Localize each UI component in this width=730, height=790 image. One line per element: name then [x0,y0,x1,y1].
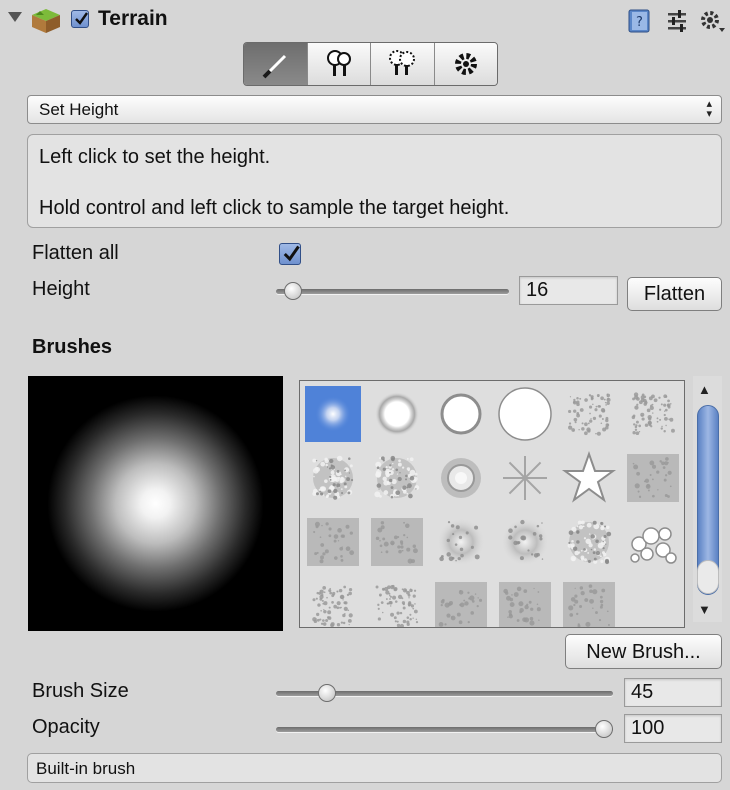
foldout-arrow-icon[interactable] [8,12,22,22]
brush-grid-frame [299,380,685,628]
opacity-field[interactable]: 100 [624,714,722,743]
tool-paint-height[interactable] [244,43,307,85]
terrain-icon [32,9,60,33]
settings-gear-icon[interactable] [699,8,725,34]
brush-cloud-soft[interactable] [497,514,553,570]
tool-settings[interactable] [433,43,497,85]
brush-splatter[interactable] [369,450,425,506]
scroll-up-icon[interactable]: ▲ [698,382,711,397]
preset-sliders-icon[interactable] [664,8,690,34]
brush-soft-round[interactable] [305,386,361,442]
brush-speckle-dense[interactable] [625,386,681,442]
enabled-checkbox[interactable] [71,10,89,28]
brush-speckle[interactable] [561,386,617,442]
flatten-all-label: Flatten all [32,242,119,264]
svg-text:?: ? [636,15,643,30]
brush-hard-round-small[interactable] [433,386,489,442]
brush-preview [28,376,283,631]
help-book-icon[interactable]: ? [627,8,653,34]
component-title: Terrain [98,7,168,30]
tool-place-trees[interactable] [306,43,370,85]
help-text-line1: Left click to set the height. [39,146,271,168]
brush-blur-round[interactable] [369,386,425,442]
brush-cloud[interactable] [433,514,489,570]
tool-mode-dropdown[interactable]: Set Height ▴ ▾ [27,95,722,124]
brush-size-label: Brush Size [32,680,129,702]
brush-scratch[interactable] [305,514,361,570]
height-value-field[interactable]: 16 [519,276,618,305]
brush-soft-square[interactable] [497,578,553,627]
brush-star[interactable] [561,450,617,506]
brush-gravel[interactable] [305,578,361,627]
brushes-heading: Brushes [32,336,113,358]
brush-mesh[interactable] [433,578,489,627]
height-label: Height [32,278,90,300]
paint-brush-icon [262,54,287,79]
tool-paint-details[interactable] [370,43,434,85]
paint-details-icon [389,50,416,75]
new-brush-button[interactable]: New Brush... [565,634,722,669]
brush-hard-round[interactable] [497,386,553,442]
opacity-slider-track[interactable] [276,727,613,732]
height-slider-thumb[interactable] [284,282,303,300]
scroll-down-icon[interactable]: ▼ [698,602,711,617]
brush-grunge[interactable] [561,578,617,627]
terrain-tool-toolbar [243,42,498,86]
brush-grid [305,386,681,627]
brush-size-field[interactable]: 45 [624,678,722,707]
help-box: Left click to set the height. Hold contr… [27,134,722,228]
brush-streaks[interactable] [369,514,425,570]
brush-noise-blob[interactable] [305,450,361,506]
brush-starburst[interactable] [497,450,553,506]
place-trees-icon [326,50,351,76]
brush-smudge[interactable] [625,450,681,506]
brush-rose[interactable] [433,450,489,506]
opacity-label: Opacity [32,716,100,738]
opacity-slider-thumb[interactable] [595,720,613,738]
dropdown-arrows-icon: ▴ ▾ [706,98,712,120]
brush-info-box: Built-in brush [27,753,722,783]
brush-info-text: Built-in brush [36,759,136,778]
help-text-line2: Hold control and left click to sample th… [39,197,510,219]
tool-mode-value: Set Height [39,100,119,119]
flatten-all-checkbox[interactable] [279,243,301,265]
brush-size-slider-thumb[interactable] [317,684,336,702]
brush-bubbles[interactable] [625,514,681,570]
scroll-track-end [697,560,719,594]
flatten-button[interactable]: Flatten [627,277,722,311]
height-slider-track[interactable] [276,289,509,294]
brush-pebbles[interactable] [369,578,425,627]
brush-leaves[interactable] [561,514,617,570]
settings-icon [454,53,477,75]
